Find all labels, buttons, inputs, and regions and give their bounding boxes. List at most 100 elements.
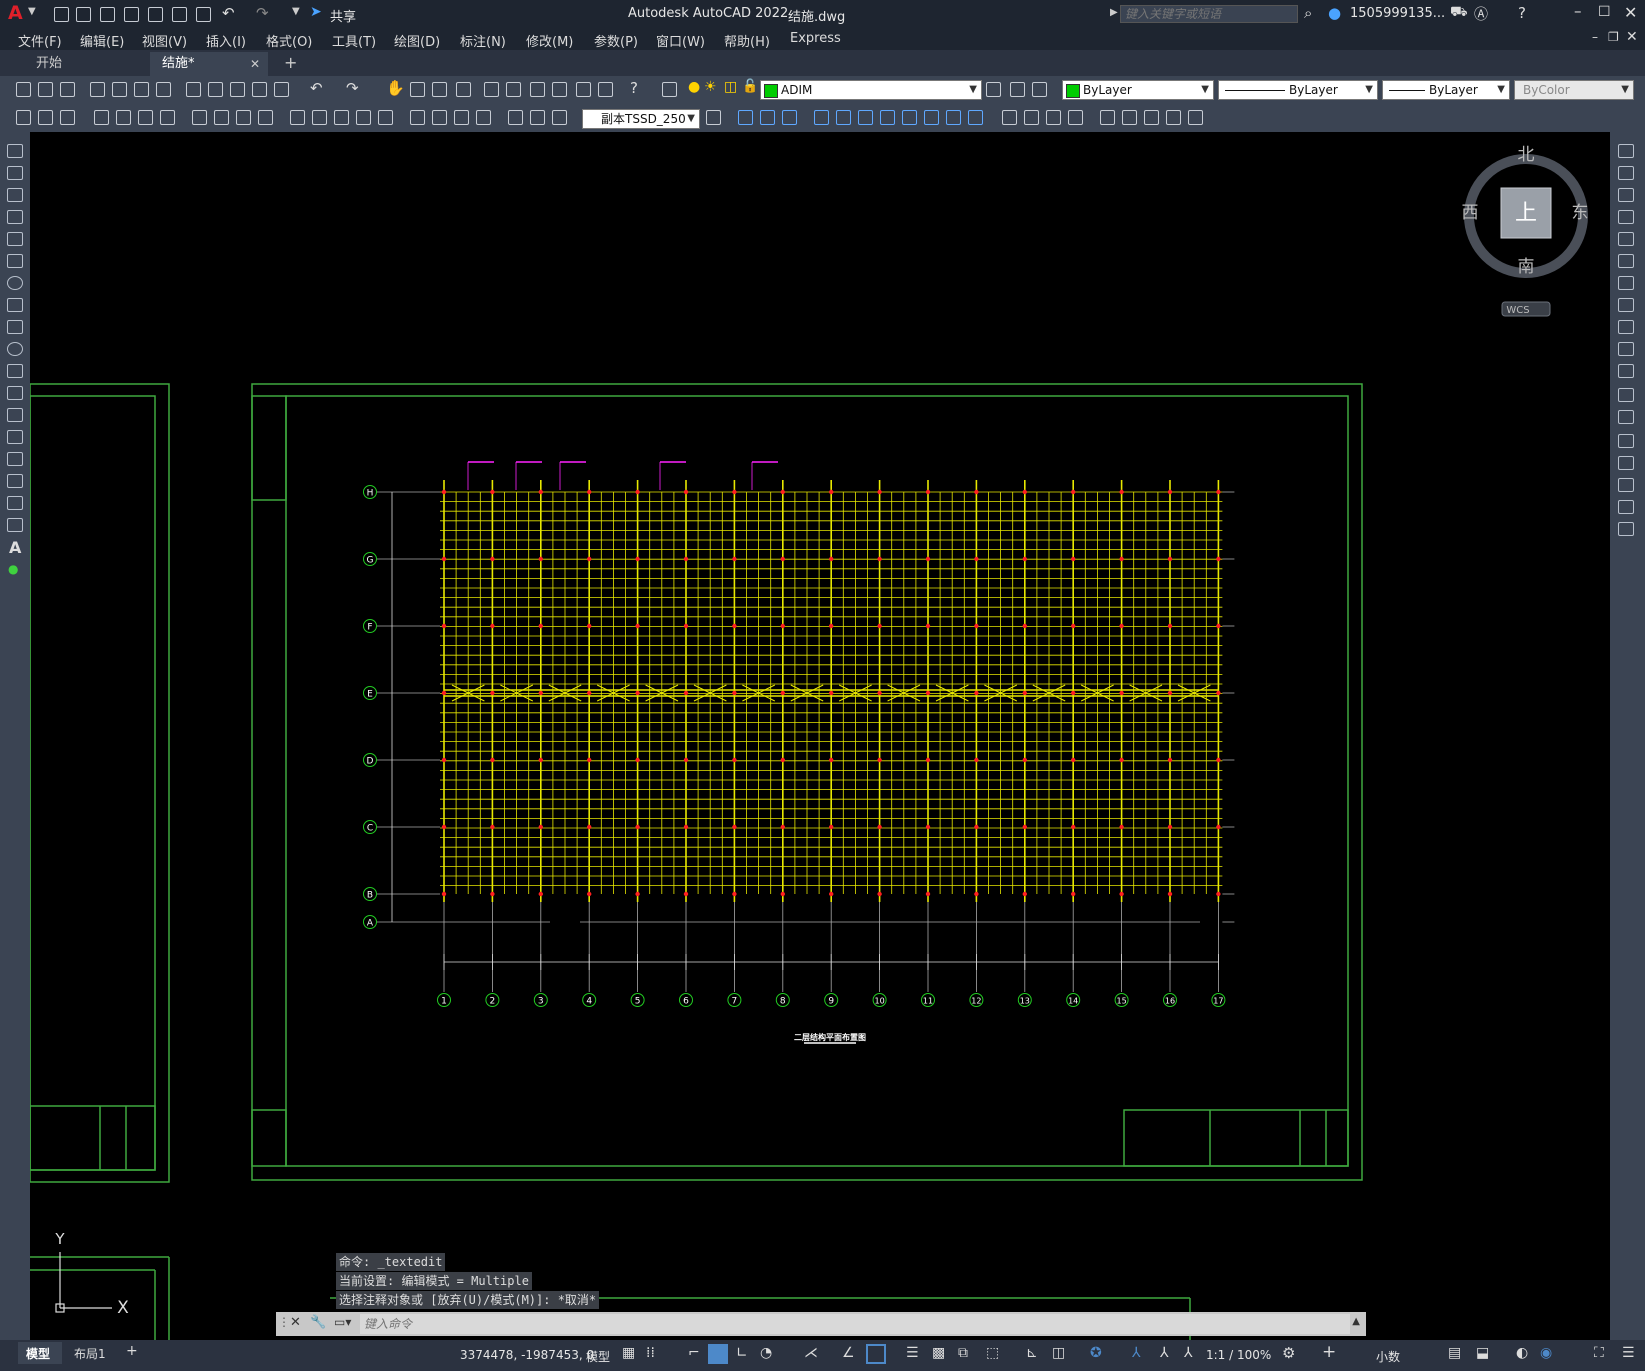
tb2-icon-10[interactable]: [1144, 110, 1159, 125]
tb2-icon-4[interactable]: [1002, 110, 1017, 125]
array-icon[interactable]: [1618, 232, 1634, 246]
dynamic-input-icon[interactable]: [708, 1344, 728, 1364]
doc-close-icon[interactable]: ✕: [1626, 29, 1638, 45]
polyline-icon[interactable]: [7, 188, 23, 202]
offset-icon[interactable]: [1618, 210, 1634, 224]
make-current-layer-icon[interactable]: [986, 82, 1001, 97]
jogged-dim-icon[interactable]: [214, 110, 229, 125]
user-icon[interactable]: ●: [1328, 4, 1341, 22]
polygon-icon[interactable]: [7, 210, 23, 224]
rectangle-icon[interactable]: [7, 232, 23, 246]
viewcube-south[interactable]: 南: [1518, 257, 1535, 277]
aligned-dim-icon[interactable]: [116, 110, 131, 125]
tb2-blue-2[interactable]: [760, 110, 775, 125]
hardware-acceleration-icon[interactable]: ◉: [1540, 1345, 1552, 1361]
diameter-dim-icon[interactable]: [236, 110, 251, 125]
tab-active-drawing[interactable]: 结施* ✕: [150, 52, 268, 76]
blend-curves-icon[interactable]: [1618, 500, 1634, 514]
gizmo-icon[interactable]: ✪: [1090, 1345, 1102, 1361]
model-space-button[interactable]: 模型: [586, 1348, 610, 1365]
tb2-icon-11[interactable]: [1166, 110, 1181, 125]
customize-qat-chevron-icon[interactable]: ▼: [292, 6, 300, 17]
snap-mode-icon[interactable]: ⁞⁞: [646, 1345, 655, 1361]
revision-cloud-icon[interactable]: [7, 298, 23, 312]
center-mark-icon[interactable]: [432, 110, 447, 125]
redo-icon[interactable]: ↷: [256, 4, 269, 22]
tb2-icon-8[interactable]: [1100, 110, 1115, 125]
tb2-blue-4[interactable]: [814, 110, 829, 125]
dim-update-icon[interactable]: [552, 110, 567, 125]
selection-filter-icon[interactable]: ◫: [1052, 1345, 1065, 1361]
arc-length-icon[interactable]: [138, 110, 153, 125]
plot-tb-icon[interactable]: [90, 82, 105, 97]
cut-icon[interactable]: [186, 82, 201, 97]
undo-tb-icon[interactable]: ↶: [310, 79, 323, 97]
tb2-blue-11[interactable]: [968, 110, 983, 125]
undo-icon[interactable]: ↶: [222, 4, 235, 22]
layer-state-icon[interactable]: [1032, 82, 1047, 97]
layout-tab-model[interactable]: 模型: [18, 1342, 62, 1364]
jogged-linear-icon[interactable]: [476, 110, 491, 125]
copy-object-icon[interactable]: [1618, 166, 1634, 180]
tab-close-icon[interactable]: ✕: [250, 52, 260, 76]
annotation-monitor-icon[interactable]: +: [1322, 1342, 1336, 1362]
add-layout-button[interactable]: +: [126, 1343, 138, 1359]
menu-insert[interactable]: 插入(I): [206, 31, 246, 50]
dim-break-icon[interactable]: [378, 110, 393, 125]
plotstyle-combo[interactable]: ByColor ▼: [1514, 80, 1634, 100]
layer-combo[interactable]: ADIM ▼: [760, 80, 982, 100]
viewcube-east[interactable]: 东: [1572, 203, 1589, 223]
break-point-icon[interactable]: [1618, 388, 1634, 402]
baseline-dim-icon[interactable]: [312, 110, 327, 125]
make-block-icon[interactable]: [7, 408, 23, 422]
hatch-icon[interactable]: [7, 452, 23, 466]
tb2-blue-1[interactable]: [738, 110, 753, 125]
dim-edit-icon[interactable]: [508, 110, 523, 125]
gradient-icon[interactable]: [7, 474, 23, 488]
object-snap-tracking-icon[interactable]: ∠: [842, 1345, 855, 1361]
new-tab-button[interactable]: +: [284, 53, 297, 72]
markup-icon[interactable]: [576, 82, 591, 97]
table-icon[interactable]: [7, 518, 23, 532]
layout-tab-layout1[interactable]: 布局1: [74, 1345, 106, 1362]
annotation-visibility-icon[interactable]: ⅄: [1132, 1345, 1141, 1361]
menu-draw[interactable]: 绘图(D): [394, 31, 440, 50]
tb2-icon-7[interactable]: [1068, 110, 1083, 125]
tool-palettes-icon[interactable]: [530, 82, 545, 97]
ordinate-dim-icon[interactable]: [160, 110, 175, 125]
3d-print-icon[interactable]: [156, 82, 171, 97]
menu-edit[interactable]: 编辑(E): [80, 31, 124, 50]
3d-osnap-icon[interactable]: ⬚: [986, 1345, 999, 1361]
autodesk-app-icon[interactable]: Ⓐ: [1474, 4, 1488, 24]
tb2-blue-3[interactable]: [782, 110, 797, 125]
dim-text-edit-icon[interactable]: [530, 110, 545, 125]
menu-format[interactable]: 格式(O): [266, 31, 312, 50]
wcs-label[interactable]: WCS: [1506, 305, 1529, 316]
dynamic-ucs-icon[interactable]: ⊾: [1026, 1345, 1038, 1361]
command-customize-icon[interactable]: 🔧: [310, 1315, 326, 1330]
circle-icon[interactable]: [7, 276, 23, 290]
menu-parametric[interactable]: 参数(P): [594, 31, 638, 50]
tb2-icon-2[interactable]: [38, 110, 53, 125]
redo-tb-icon[interactable]: ↷: [346, 79, 359, 97]
trim-icon[interactable]: [1618, 342, 1634, 356]
open-web-icon[interactable]: [148, 7, 163, 22]
tb2-icon-3[interactable]: [60, 110, 75, 125]
extend-icon[interactable]: [1618, 364, 1634, 378]
cart-icon[interactable]: ⛟: [1450, 4, 1468, 22]
layer-freeze-icon[interactable]: ☀: [704, 79, 717, 95]
explode-icon[interactable]: [1618, 522, 1634, 536]
region-icon[interactable]: [7, 496, 23, 510]
save-icon[interactable]: [100, 7, 115, 22]
calculator-icon[interactable]: [598, 82, 613, 97]
layer-on-icon[interactable]: ●: [688, 79, 700, 95]
object-snap-icon[interactable]: [866, 1344, 886, 1364]
tb2-blue-6[interactable]: [858, 110, 873, 125]
scale-icon[interactable]: [1618, 298, 1634, 312]
menu-express[interactable]: Express: [790, 31, 841, 46]
help-tb-icon[interactable]: ?: [630, 79, 638, 97]
ellipse-icon[interactable]: [7, 342, 23, 356]
move-icon[interactable]: [1618, 254, 1634, 268]
workspace-gear-icon[interactable]: ⚙: [1282, 1344, 1295, 1362]
doc-restore-icon[interactable]: ❐: [1608, 30, 1619, 44]
